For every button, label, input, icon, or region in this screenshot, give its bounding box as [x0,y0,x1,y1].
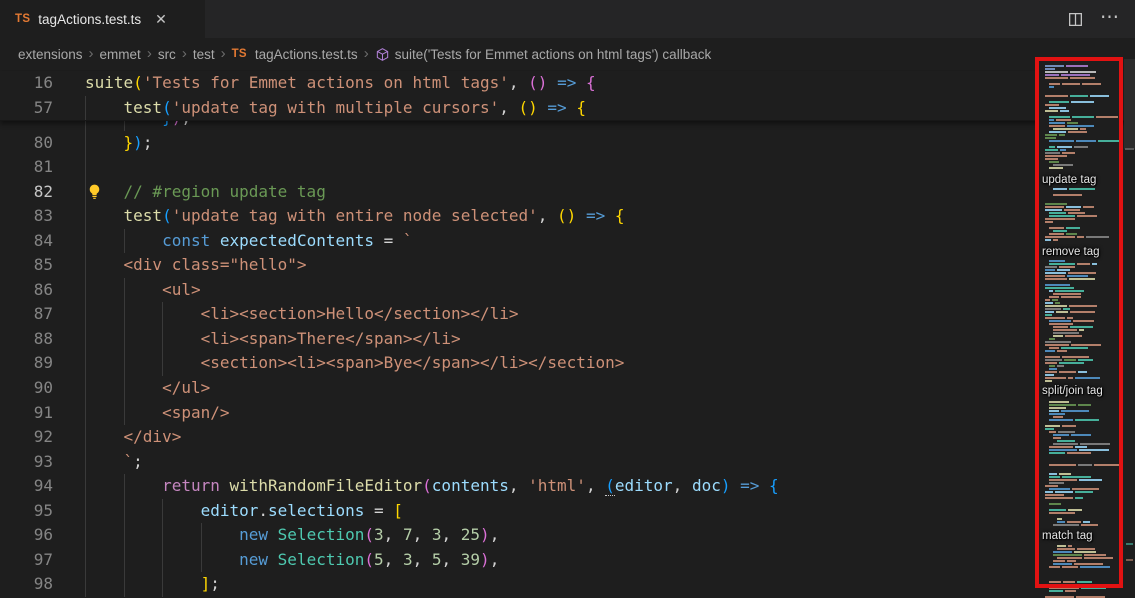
code-text: test('update tag with multiple cursors',… [85,96,586,121]
scrollbar-slider[interactable] [1124,59,1135,149]
annotation-red-box [1035,57,1123,588]
line-number[interactable]: 82 [0,180,53,205]
breadcrumb-item[interactable]: src [158,47,176,62]
code-text: const expectedContents = ` [85,229,413,254]
close-icon[interactable]: ✕ [155,11,167,28]
code-text: <li><section>Hello</section></li> [85,302,518,327]
code-line[interactable]: 93 `; [0,450,1135,475]
minimap-code-row [1049,590,1076,592]
breadcrumb-item[interactable]: test [193,47,215,62]
code-text: suite('Tests for Emmet actions on html t… [85,71,596,96]
breadcrumb-symbol-label: suite('Tests for Emmet actions on html t… [395,47,712,62]
line-number[interactable]: 98 [0,572,53,597]
code-line[interactable]: 81 [0,155,1135,180]
code-text: `; [85,450,143,475]
sticky-scroll[interactable]: 16 suite('Tests for Emmet actions on html… [0,71,1135,121]
code-text: editor.selections = [ [85,499,403,524]
code-line[interactable]: 57 test('update tag with multiple cursor… [0,96,1135,121]
code-line[interactable]: 90 </ul> [0,376,1135,401]
code-text: new Selection(5, 3, 5, 39), [85,548,499,573]
code-text: </div> [85,425,181,450]
breadcrumb: extensions › emmet › src › test › TS tagActions… [0,38,1135,70]
typescript-file-icon: TS [15,13,30,25]
code-text [85,155,124,180]
code-line[interactable]: 89 <section><li><span>Bye</span></li></s… [0,351,1135,376]
line-number[interactable]: 85 [0,253,53,278]
code-text: <ul> [85,278,201,303]
line-number[interactable]: 91 [0,401,53,426]
code-editor[interactable]: });80 });81 82 // #region update tag83 t… [0,70,1135,598]
symbol-cube-icon [375,47,390,62]
breadcrumb-item[interactable]: extensions [18,47,83,62]
tab-bar: TS tagActions.test.ts ✕ ⋯ [0,0,1135,38]
breadcrumb-file-name: tagActions.test.ts [255,47,358,62]
line-number[interactable]: 96 [0,523,53,548]
code-line[interactable]: 92 </div> [0,425,1135,450]
line-number[interactable]: 16 [0,71,53,96]
chevron-right-icon: › [221,45,226,62]
code-line[interactable]: 82 // #region update tag [0,180,1135,205]
line-number[interactable]: 86 [0,278,53,303]
code-line[interactable]: 83 test('update tag with entire node sel… [0,204,1135,229]
breadcrumb-item[interactable]: emmet [100,47,141,62]
code-lines: });80 });81 82 // #region update tag83 t… [0,106,1135,597]
code-line[interactable]: 88 <li><span>There</span></li> [0,327,1135,352]
line-number[interactable]: 97 [0,548,53,573]
code-line[interactable]: 80 }); [0,131,1135,156]
tab-title: tagActions.test.ts [38,12,141,27]
tab-tagactions-test-ts[interactable]: TS tagActions.test.ts ✕ [0,0,205,38]
code-text: <span/> [85,401,230,426]
breadcrumb-symbol[interactable]: suite('Tests for Emmet actions on html t… [375,47,712,62]
chevron-right-icon: › [147,45,152,62]
code-line[interactable]: 95 editor.selections = [ [0,499,1135,524]
code-text: test('update tag with entire node select… [85,204,625,229]
editor-actions: ⋯ [1067,0,1135,38]
code-line[interactable]: 85 <div class="hello"> [0,253,1135,278]
code-text: ]; [85,572,220,597]
code-line[interactable]: 94 return withRandomFileEditor(contents,… [0,474,1135,499]
code-line[interactable]: 84 const expectedContents = ` [0,229,1135,254]
line-number[interactable]: 83 [0,204,53,229]
overview-ruler-mark [1126,543,1133,545]
code-text: </ul> [85,376,210,401]
code-text: <div class="hello"> [85,253,307,278]
code-line[interactable]: 96 new Selection(3, 7, 3, 25), [0,523,1135,548]
chevron-right-icon: › [89,45,94,62]
line-number[interactable]: 93 [0,450,53,475]
overview-ruler-mark [1125,148,1134,150]
more-actions-icon[interactable]: ⋯ [1100,8,1119,27]
line-number[interactable]: 92 [0,425,53,450]
code-text: new Selection(3, 7, 3, 25), [85,523,499,548]
typescript-file-icon: TS [232,48,247,60]
line-number[interactable]: 88 [0,327,53,352]
code-text: // #region update tag [85,180,326,205]
line-number[interactable]: 95 [0,499,53,524]
line-number[interactable]: 81 [0,155,53,180]
code-line[interactable]: 97 new Selection(5, 3, 5, 39), [0,548,1135,573]
chevron-right-icon: › [182,45,187,62]
chevron-right-icon: › [364,45,369,62]
overview-ruler[interactable] [1124,38,1135,598]
line-number[interactable]: 89 [0,351,53,376]
code-text: }); [85,131,152,156]
code-line[interactable]: 98 ]; [0,572,1135,597]
code-line[interactable]: 16 suite('Tests for Emmet actions on html… [0,71,1135,96]
line-number[interactable]: 57 [0,96,53,121]
line-number[interactable]: 84 [0,229,53,254]
line-number[interactable]: 80 [0,131,53,156]
code-text: <li><span>There</span></li> [85,327,461,352]
overview-ruler-mark [1126,559,1133,561]
line-number[interactable]: 90 [0,376,53,401]
split-editor-icon[interactable] [1067,11,1084,28]
code-text: <section><li><span>Bye</span></li></sect… [85,351,624,376]
code-line[interactable]: 91 <span/> [0,401,1135,426]
line-number[interactable]: 87 [0,302,53,327]
breadcrumb-file[interactable]: TS tagActions.test.ts [232,47,358,62]
code-text: return withRandomFileEditor(contents, 'h… [85,474,779,499]
breadcrumb-folders: extensions › emmet › src › test › [18,46,232,63]
code-line[interactable]: 87 <li><section>Hello</section></li> [0,302,1135,327]
code-line[interactable]: 86 <ul> [0,278,1135,303]
line-number[interactable]: 94 [0,474,53,499]
